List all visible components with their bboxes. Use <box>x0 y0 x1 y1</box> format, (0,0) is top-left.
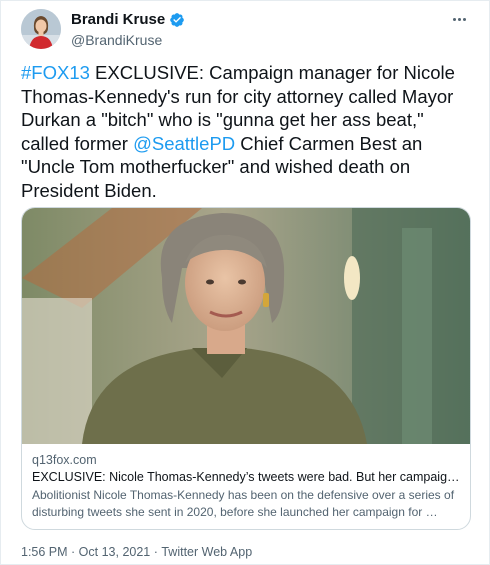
tweet-source[interactable]: Twitter Web App <box>161 544 252 560</box>
tweet-container: Brandi Kruse @BrandiKruse #FOX13 EXCLUSI… <box>0 0 490 565</box>
author-handle[interactable]: @BrandiKruse <box>71 31 185 49</box>
mention-link[interactable]: @SeattlePD <box>133 133 235 154</box>
tweet-date[interactable]: Oct 13, 2021 <box>79 544 151 560</box>
display-name[interactable]: Brandi Kruse <box>71 11 165 29</box>
tweet-time[interactable]: 1:56 PM <box>21 544 68 560</box>
more-options-icon[interactable] <box>449 11 469 27</box>
link-card[interactable]: q13fox.com EXCLUSIVE: Nicole Thomas-Kenn… <box>21 207 471 530</box>
card-image <box>22 208 470 444</box>
card-info: q13fox.com EXCLUSIVE: Nicole Thomas-Kenn… <box>32 452 460 521</box>
avatar-image <box>21 9 61 49</box>
meta-separator: · <box>67 545 79 559</box>
avatar[interactable] <box>21 9 61 49</box>
verified-badge-icon <box>169 12 185 28</box>
meta-separator: · <box>150 545 162 559</box>
tweet-meta: 1:56 PM · Oct 13, 2021 · Twitter Web App <box>21 544 252 560</box>
author-names: Brandi Kruse @BrandiKruse <box>71 11 185 49</box>
card-domain: q13fox.com <box>32 453 97 467</box>
card-title[interactable]: EXCLUSIVE: Nicole Thomas-Kennedy’s tweet… <box>32 469 460 486</box>
tweet-header: Brandi Kruse @BrandiKruse <box>21 9 471 49</box>
hashtag-link[interactable]: #FOX13 <box>21 62 90 83</box>
display-name-row: Brandi Kruse <box>71 11 185 29</box>
card-description: Abolitionist Nicole Thomas-Kennedy has b… <box>32 488 455 519</box>
tweet-text: #FOX13 EXCLUSIVE: Campaign manager for N… <box>21 61 471 202</box>
